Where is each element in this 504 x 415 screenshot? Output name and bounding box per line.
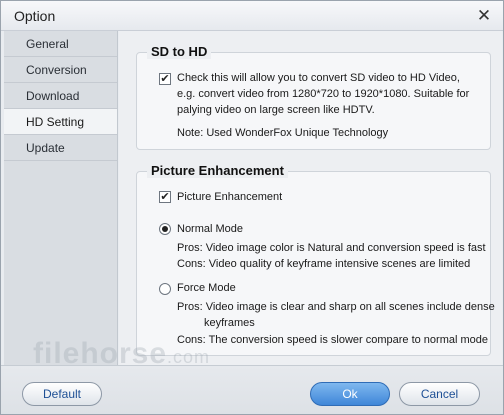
sidebar-item-update[interactable]: Update (4, 135, 117, 161)
force-mode-pros-continued: keyframes (204, 317, 255, 329)
force-mode-label: Force Mode (177, 282, 236, 294)
sidebar-item-hd-setting[interactable]: HD Setting (4, 109, 117, 135)
normal-mode-label: Normal Mode (177, 223, 244, 235)
normal-mode-cons: Cons: Video quality of keyframe intensiv… (177, 258, 471, 270)
force-mode-pros: Pros: Video image is clear and sharp on … (177, 301, 495, 313)
picture-enhancement-group: Picture Enhancement ✔ Picture Enhancemen… (136, 163, 495, 356)
normal-mode-pros: Pros: Video image color is Natural and c… (177, 242, 486, 254)
option-dialog: Option ✕ General Conversion Download HD … (0, 0, 504, 415)
sd-to-hd-title: SD to HD (147, 44, 212, 59)
default-button[interactable]: Default (22, 382, 102, 406)
settings-sidebar: General Conversion Download HD Setting U… (4, 31, 118, 365)
normal-mode-radio[interactable] (159, 223, 171, 235)
cancel-button[interactable]: Cancel (399, 382, 480, 406)
settings-panel: SD to HD ✔ Check this will allow you to … (119, 31, 502, 365)
sidebar-item-download[interactable]: Download (4, 83, 117, 109)
close-icon[interactable]: ✕ (473, 6, 495, 26)
force-mode-cons: Cons: The conversion speed is slower com… (177, 334, 489, 346)
sd-to-hd-group: SD to HD ✔ Check this will allow you to … (136, 44, 491, 150)
picture-enhancement-checkbox[interactable]: ✔ (159, 191, 171, 203)
sd-to-hd-note: Note: Used WonderFox Unique Technology (177, 127, 389, 139)
watermark-suffix: .com (167, 347, 211, 367)
dialog-title: Option (14, 8, 56, 24)
force-mode-radio[interactable] (159, 283, 171, 295)
ok-button[interactable]: Ok (310, 382, 390, 406)
sidebar-item-general[interactable]: General (4, 31, 117, 57)
title-bar: Option ✕ (1, 1, 503, 31)
dialog-footer: Default Ok Cancel (1, 365, 503, 414)
sd-to-hd-checkbox[interactable]: ✔ (159, 73, 171, 85)
picture-enhancement-checkbox-label: Picture Enhancement (177, 191, 283, 203)
picture-enhancement-title: Picture Enhancement (147, 163, 288, 178)
sidebar-item-conversion[interactable]: Conversion (4, 57, 117, 83)
sd-to-hd-description: Check this will allow you to convert SD … (177, 72, 470, 116)
